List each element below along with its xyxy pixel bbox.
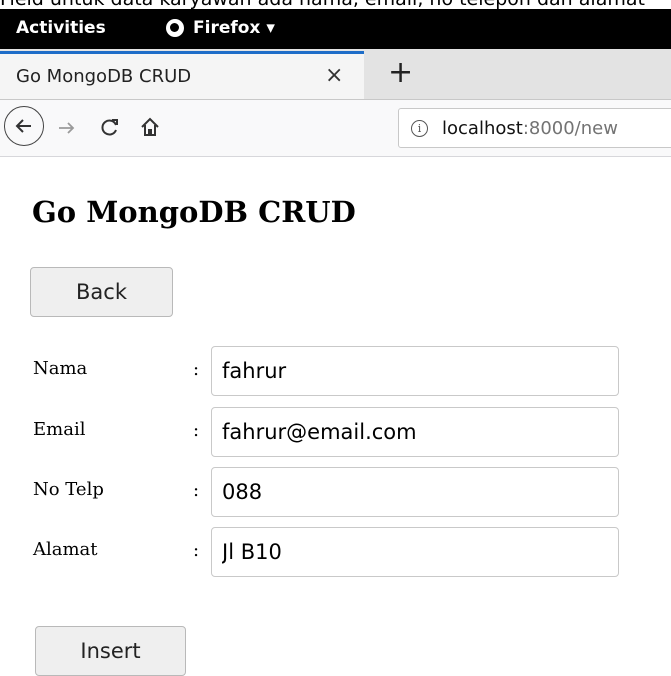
nama-input[interactable] xyxy=(211,346,619,396)
close-tab-icon[interactable]: × xyxy=(325,63,343,88)
forward-arrow-icon[interactable] xyxy=(56,117,78,139)
url-path: :8000/new xyxy=(522,117,618,139)
firefox-icon xyxy=(166,19,184,37)
page-caption: Field untuk data karyawan ada nama, emai… xyxy=(0,0,671,9)
page-content: Go MongoDB CRUD Back Nama : Email : No T… xyxy=(0,157,671,676)
field-label-no-telp: No Telp xyxy=(33,479,104,500)
app-menu-label: Firefox ▾ xyxy=(193,18,275,38)
field-separator: : xyxy=(193,420,200,441)
insert-button[interactable]: Insert xyxy=(35,626,186,676)
gnome-top-bar: Activities Firefox ▾ xyxy=(0,9,671,49)
tab-strip: Go MongoDB CRUD × + xyxy=(0,49,671,100)
page-title: Go MongoDB CRUD xyxy=(32,195,356,229)
field-row-alamat: Alamat : xyxy=(0,527,671,579)
field-label-alamat: Alamat xyxy=(33,539,98,560)
field-row-nama: Nama : xyxy=(0,346,671,398)
field-row-no-telp: No Telp : xyxy=(0,467,671,519)
url-host: localhost xyxy=(442,117,523,139)
navigation-toolbar: i localhost:8000/new xyxy=(0,100,671,157)
email-input[interactable] xyxy=(211,407,619,457)
url-bar[interactable]: i localhost:8000/new xyxy=(398,108,671,148)
info-icon[interactable]: i xyxy=(411,119,428,137)
back-arrow-icon[interactable] xyxy=(4,106,44,146)
field-separator: : xyxy=(193,359,200,380)
field-label-nama: Nama xyxy=(33,358,88,379)
field-row-email: Email : xyxy=(0,407,671,459)
no-telp-input[interactable] xyxy=(211,467,619,517)
alamat-input[interactable] xyxy=(211,527,619,577)
tab-title: Go MongoDB CRUD xyxy=(16,66,192,87)
reload-icon[interactable] xyxy=(99,116,121,138)
field-separator: : xyxy=(193,480,200,501)
app-menu-firefox[interactable]: Firefox ▾ xyxy=(166,18,275,38)
field-separator: : xyxy=(193,540,200,561)
field-label-email: Email xyxy=(33,419,86,440)
caption-text: Field untuk data karyawan ada nama, emai… xyxy=(0,0,645,9)
new-tab-icon[interactable]: + xyxy=(388,53,413,93)
home-icon[interactable] xyxy=(139,116,161,138)
activities-button[interactable]: Activities xyxy=(16,18,106,38)
tab-active[interactable]: Go MongoDB CRUD × xyxy=(0,51,364,99)
back-button[interactable]: Back xyxy=(30,267,173,317)
